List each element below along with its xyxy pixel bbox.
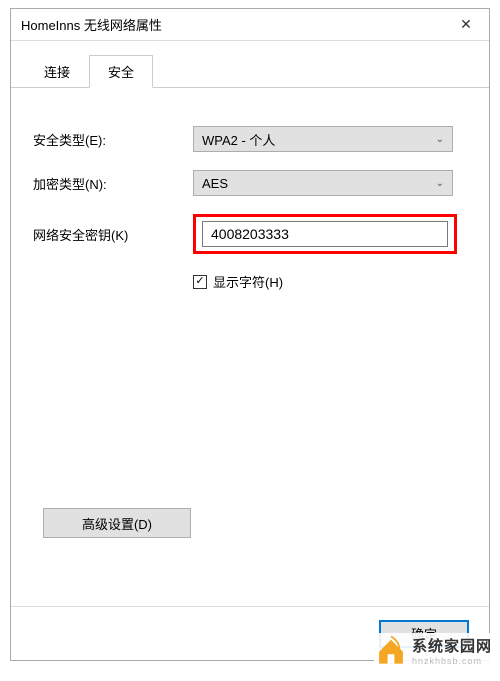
network-key-input[interactable] bbox=[202, 221, 448, 247]
row-security-type: 安全类型(E): WPA2 - 个人 ⌄ bbox=[33, 126, 467, 152]
highlight-annotation bbox=[193, 214, 457, 254]
watermark-url: hnzkhbsb.com bbox=[412, 656, 492, 666]
row-show-characters[interactable]: ✓ 显示字符(H) bbox=[193, 272, 467, 291]
titlebar: HomeInns 无线网络属性 ✕ bbox=[11, 9, 489, 41]
row-encryption-type: 加密类型(N): AES ⌄ bbox=[33, 170, 467, 196]
network-key-label: 网络安全密钥(K) bbox=[33, 225, 193, 244]
house-icon bbox=[374, 633, 408, 667]
tab-security[interactable]: 安全 bbox=[89, 55, 153, 88]
watermark-title: 系统家园网 bbox=[412, 635, 492, 656]
chevron-down-icon: ⌄ bbox=[436, 178, 444, 189]
advanced-settings-button[interactable]: 高级设置(D) bbox=[43, 508, 191, 538]
wifi-properties-dialog: HomeInns 无线网络属性 ✕ 连接 安全 安全类型(E): WPA2 - … bbox=[10, 8, 490, 661]
watermark-text-block: 系统家园网 hnzkhbsb.com bbox=[412, 635, 492, 666]
watermark: 系统家园网 hnzkhbsb.com bbox=[374, 633, 492, 667]
encryption-type-label: 加密类型(N): bbox=[33, 174, 193, 193]
content-area: 安全类型(E): WPA2 - 个人 ⌄ 加密类型(N): AES ⌄ 网络安全… bbox=[11, 88, 489, 606]
window-title: HomeInns 无线网络属性 bbox=[21, 15, 162, 34]
row-network-key: 网络安全密钥(K) bbox=[33, 214, 467, 254]
chevron-down-icon: ⌄ bbox=[436, 134, 444, 145]
security-type-combo[interactable]: WPA2 - 个人 ⌄ bbox=[193, 126, 453, 152]
encryption-type-combo[interactable]: AES ⌄ bbox=[193, 170, 453, 196]
tab-connection[interactable]: 连接 bbox=[25, 55, 89, 87]
close-icon: ✕ bbox=[460, 16, 472, 33]
show-characters-checkbox[interactable]: ✓ bbox=[193, 275, 207, 289]
encryption-type-value: AES bbox=[202, 176, 228, 191]
close-button[interactable]: ✕ bbox=[443, 9, 489, 41]
security-type-value: WPA2 - 个人 bbox=[202, 130, 275, 149]
tab-strip: 连接 安全 bbox=[11, 41, 489, 88]
security-type-label: 安全类型(E): bbox=[33, 130, 193, 149]
show-characters-label: 显示字符(H) bbox=[213, 272, 283, 291]
